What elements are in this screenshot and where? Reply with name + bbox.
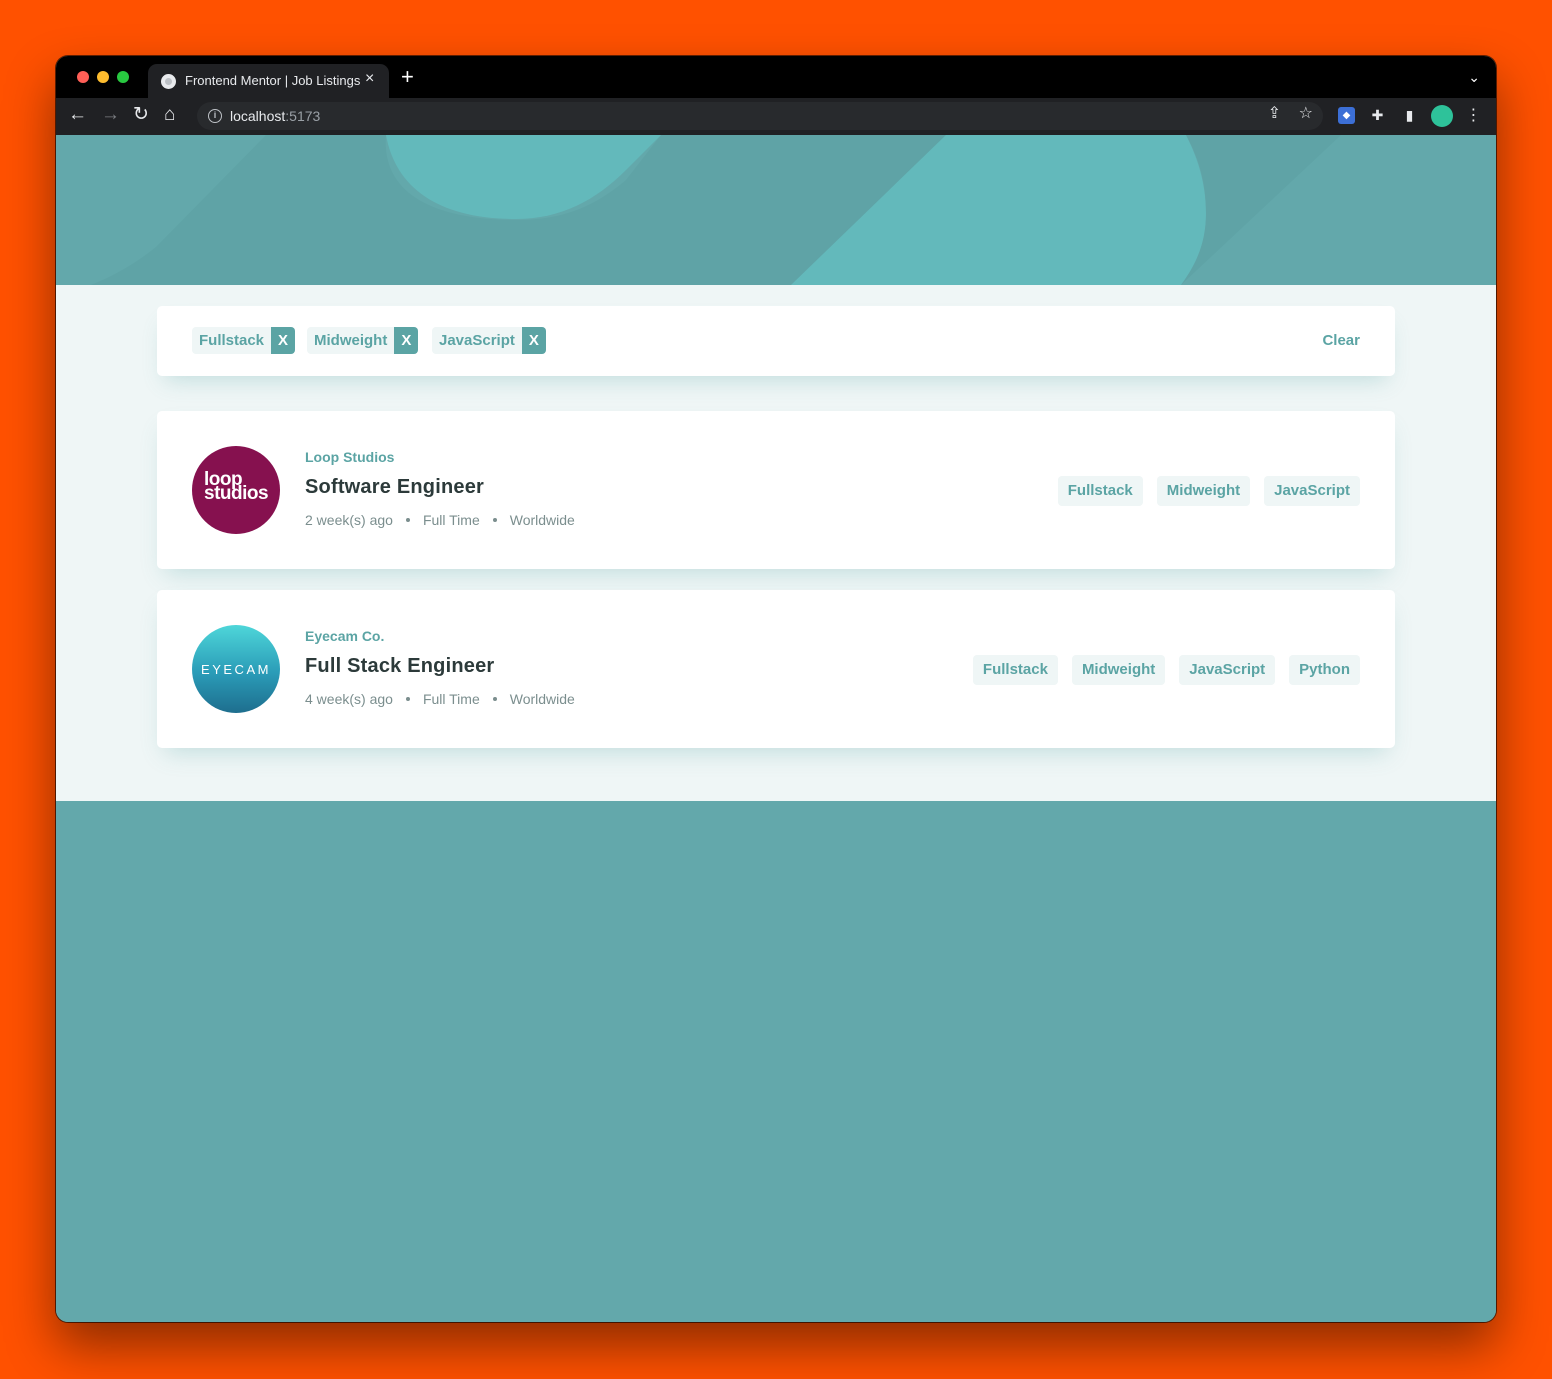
job-card: EYECAM Eyecam Co. Full Stack Engineer 4 … [157,590,1395,748]
address-bar[interactable]: i localhost:5173 ⇪ ☆ [197,102,1323,130]
contract-type: Full Time [422,691,480,707]
logo-text-line: studios [204,483,269,504]
listings-section: Fullstack X Midweight X JavaScript X Cle… [56,285,1496,801]
tag-button[interactable]: JavaScript [1179,655,1276,685]
filter-bar: Fullstack X Midweight X JavaScript X Cle… [157,306,1395,376]
job-tags: Fullstack Midweight JavaScript Python [972,655,1360,685]
browser-tab[interactable]: Frontend Mentor | Job Listings × [148,64,389,98]
browser-toolbar: ← → ↻ ⌂ i localhost:5173 ⇪ ☆ ◆ ✚ ▮ ⋮ [56,98,1496,135]
job-title[interactable]: Software Engineer [305,476,484,499]
tab-close-icon[interactable]: × [365,71,374,87]
contract-type: Full Time [422,512,480,528]
job-meta: 2 week(s) ago Full Time Worldwide [305,512,575,528]
page-content: Fullstack X Midweight X JavaScript X Cle… [56,135,1496,1322]
maximize-window-button[interactable] [117,71,129,83]
tab-bar: Frontend Mentor | Job Listings × + ⌄ [56,56,1496,98]
tag-button[interactable]: JavaScript [1264,476,1360,506]
header-pattern [56,135,1496,285]
remove-filter-button[interactable]: X [521,327,546,354]
filter-chip-label: Midweight [314,332,388,349]
tab-title: Frontend Mentor | Job Listings [185,73,361,88]
tag-button[interactable]: Fullstack [972,655,1058,685]
side-panel-icon[interactable]: ▮ [1401,107,1418,124]
reload-icon[interactable]: ↻ [133,105,149,124]
filter-chip-label: Fullstack [199,332,265,349]
job-meta: 4 week(s) ago Full Time Worldwide [305,691,575,707]
url-port: :5173 [285,108,321,124]
filter-chip-label: JavaScript [439,332,515,349]
remove-filter-button[interactable]: X [394,327,419,354]
company-logo: EYECAM [192,625,280,713]
share-icon[interactable]: ⇪ [1268,106,1281,122]
tag-button[interactable]: Midweight [1156,476,1251,506]
separator-dot [492,697,497,701]
chevron-down-icon[interactable]: ⌄ [1468,69,1480,86]
url-host: localhost [230,108,286,124]
minimize-window-button[interactable] [97,71,109,83]
back-arrow-icon[interactable]: ← [68,105,87,124]
company-name: Loop Studios [305,449,395,465]
more-menu-icon[interactable]: ⋮ [1465,107,1482,124]
filter-chip: Fullstack X [192,327,296,354]
tag-button[interactable]: Python [1289,655,1360,685]
logo-text-line: EYECAM [201,662,271,677]
info-icon[interactable]: i [208,109,222,123]
filter-chip: JavaScript X [432,327,546,354]
footer-background [56,801,1496,1322]
separator-dot [405,697,410,701]
home-icon[interactable]: ⌂ [164,105,175,124]
filter-chip: Midweight X [307,327,419,354]
posted-at: 4 week(s) ago [305,691,393,707]
bookmark-star-icon[interactable]: ☆ [1299,106,1313,122]
close-window-button[interactable] [77,71,89,83]
password-manager-extension-icon[interactable]: ◆ [1338,107,1355,124]
clear-filters-button[interactable]: Clear [1322,332,1360,349]
profile-avatar-icon[interactable] [1431,105,1453,127]
remove-filter-button[interactable]: X [271,327,296,354]
forward-arrow-icon[interactable]: → [101,105,120,124]
url-text: localhost:5173 [230,108,320,124]
posted-at: 2 week(s) ago [305,512,393,528]
header-banner [56,135,1496,285]
extensions-puzzle-icon[interactable]: ✚ [1369,107,1386,124]
tag-button[interactable]: Fullstack [1057,476,1143,506]
favicon-icon [161,74,176,89]
browser-window: Frontend Mentor | Job Listings × + ⌄ ← →… [56,56,1496,1322]
company-name: Eyecam Co. [305,628,385,644]
tag-button[interactable]: Midweight [1071,655,1166,685]
location: Worldwide [509,512,575,528]
company-logo: loop studios [192,446,280,534]
new-tab-icon[interactable]: + [401,66,414,88]
separator-dot [405,518,410,522]
job-tags: Fullstack Midweight JavaScript [1057,476,1360,506]
separator-dot [492,518,497,522]
job-title[interactable]: Full Stack Engineer [305,655,494,678]
job-card: loop studios Loop Studios Software Engine… [157,411,1395,569]
location: Worldwide [509,691,575,707]
